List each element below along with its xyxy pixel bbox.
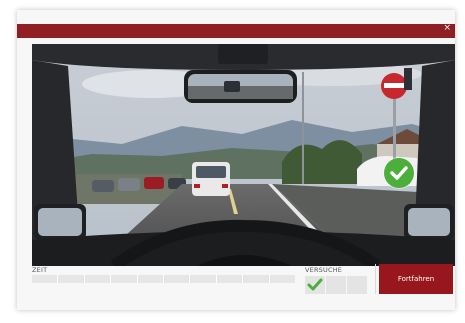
time-bar-segment [58, 275, 85, 283]
time-bar-segment [216, 275, 244, 283]
check-circle-icon [384, 158, 414, 188]
close-icon[interactable]: × [443, 23, 451, 33]
exercise-dialog: × ZEIT VERSUCHE Fortfahren [17, 10, 455, 310]
time-label: ZEIT [32, 266, 48, 274]
driving-scene-image [32, 44, 455, 266]
tries-indicator [305, 276, 367, 294]
try-slot [305, 276, 325, 294]
time-bar-segment [32, 275, 59, 283]
continue-button[interactable]: Fortfahren [379, 264, 453, 294]
time-bar-segment [137, 275, 165, 283]
time-bar-segment [243, 275, 270, 283]
time-bar-segment [164, 275, 191, 283]
time-progress-bar [32, 275, 296, 283]
time-bar-segment [111, 275, 138, 283]
check-icon [307, 278, 323, 291]
time-bar-segment [190, 275, 217, 283]
footer-divider [375, 264, 376, 294]
tries-label: VERSUCHE [305, 266, 343, 274]
scene-illustration [32, 44, 455, 266]
try-slot [326, 276, 346, 294]
dialog-header-bar [17, 24, 455, 38]
try-slot [347, 276, 367, 294]
time-bar-segment [269, 275, 296, 283]
time-bar-segment [84, 275, 112, 283]
